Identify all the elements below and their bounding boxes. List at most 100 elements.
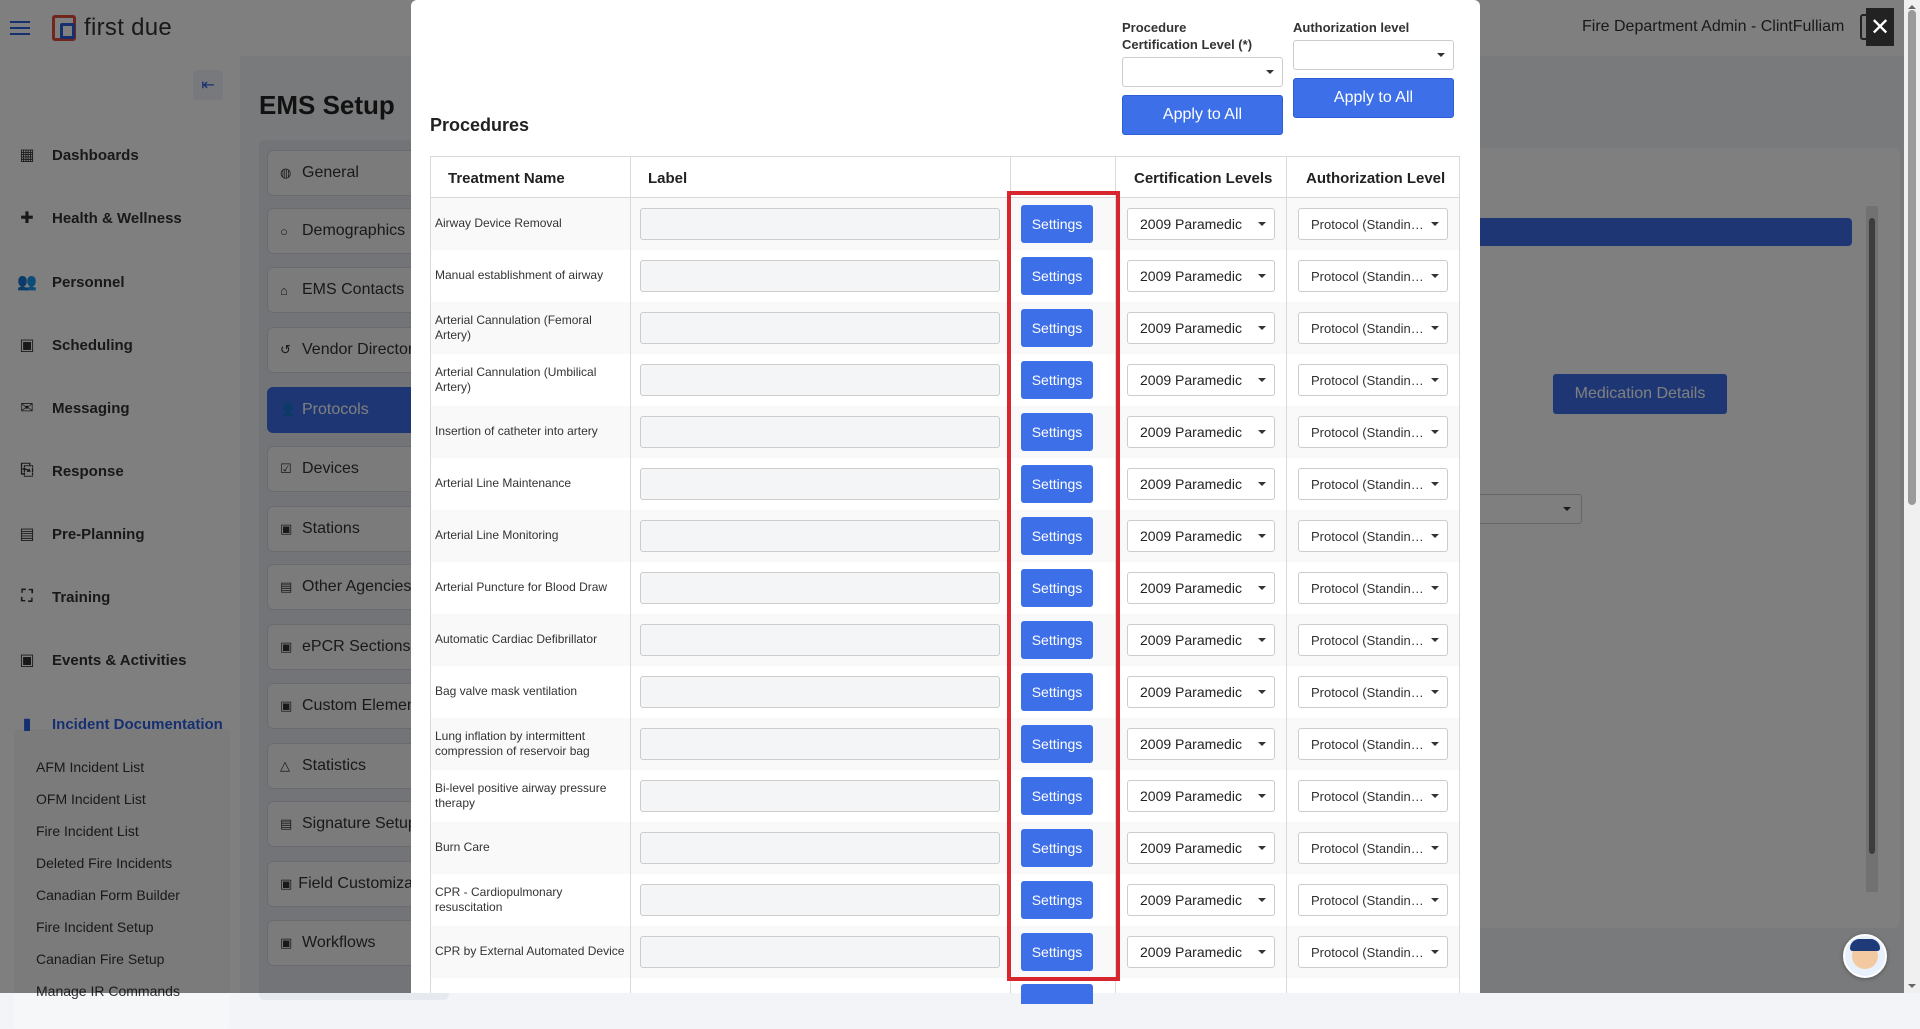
bulk-auth-label: Authorization level: [1293, 20, 1410, 35]
authorization-level-select[interactable]: Protocol (Standing Order): [1298, 312, 1448, 344]
settings-button[interactable]: Settings: [1021, 205, 1093, 243]
column-treatment-name[interactable]: Treatment Name: [448, 170, 565, 187]
close-modal-icon[interactable]: ✕: [1866, 8, 1894, 46]
certification-level-select[interactable]: 2009 Paramedic: [1127, 780, 1275, 812]
label-input[interactable]: [640, 468, 1000, 500]
settings-button[interactable]: Settings: [1021, 361, 1093, 399]
label-input[interactable]: [640, 208, 1000, 240]
apply-cert-to-all-button[interactable]: Apply to All: [1122, 95, 1283, 135]
authorization-level-select[interactable]: Protocol (Standing Order): [1298, 572, 1448, 604]
certification-level-select[interactable]: 2009 Paramedic: [1127, 884, 1275, 916]
column-divider: [1010, 156, 1011, 993]
authorization-level-value: Protocol (Standing Order): [1311, 269, 1429, 284]
settings-button[interactable]: Settings: [1021, 309, 1093, 347]
scroll-down-icon[interactable]: [1908, 984, 1916, 992]
certification-level-select[interactable]: 2009 Paramedic: [1127, 468, 1275, 500]
authorization-level-select[interactable]: Protocol (Standing Order): [1298, 520, 1448, 552]
column-label[interactable]: Label: [648, 170, 687, 187]
authorization-level-select[interactable]: Protocol (Standing Order): [1298, 884, 1448, 916]
authorization-level-select[interactable]: Protocol (Standing Order): [1298, 676, 1448, 708]
column-certification-levels[interactable]: Certification Levels: [1134, 170, 1272, 187]
settings-button[interactable]: Settings: [1021, 933, 1093, 971]
label-input[interactable]: [640, 936, 1000, 968]
column-divider: [1286, 156, 1287, 993]
settings-button-partial[interactable]: [1021, 984, 1093, 1004]
certification-level-select[interactable]: 2009 Paramedic: [1127, 936, 1275, 968]
authorization-level-select[interactable]: Protocol (Standing Order): [1298, 260, 1448, 292]
label-input[interactable]: [640, 572, 1000, 604]
authorization-level-select[interactable]: Protocol (Standing Order): [1298, 364, 1448, 396]
settings-button[interactable]: Settings: [1021, 465, 1093, 503]
bulk-auth-select[interactable]: [1293, 40, 1454, 70]
table-row: Airway Device Removal Settings 2009 Parame…: [430, 198, 1460, 250]
certification-level-select[interactable]: 2009 Paramedic: [1127, 728, 1275, 760]
bulk-cert-select[interactable]: [1122, 57, 1283, 87]
page-scrollbar[interactable]: [1904, 0, 1920, 993]
settings-button[interactable]: Settings: [1021, 829, 1093, 867]
treatment-name: Arterial Cannulation (Femoral Artery): [435, 313, 592, 342]
column-authorization-level[interactable]: Authorization Level: [1306, 170, 1445, 187]
label-input[interactable]: [640, 364, 1000, 396]
table-row: Arterial Cannulation (Femoral Artery) Set…: [430, 302, 1460, 354]
table-row: Bag valve mask ventilation Settings 2009 P…: [430, 666, 1460, 718]
authorization-level-select[interactable]: Protocol (Standing Order): [1298, 832, 1448, 864]
settings-button[interactable]: Settings: [1021, 257, 1093, 295]
table-row: Arterial Puncture for Blood Draw Settings…: [430, 562, 1460, 614]
authorization-level-value: Protocol (Standing Order): [1311, 477, 1429, 492]
treatment-name: Airway Device Removal: [435, 216, 562, 230]
label-input[interactable]: [640, 520, 1000, 552]
authorization-level-value: Protocol (Standing Order): [1311, 581, 1429, 596]
column-divider: [430, 156, 431, 993]
certification-level-select[interactable]: 2009 Paramedic: [1127, 312, 1275, 344]
authorization-level-select[interactable]: Protocol (Standing Order): [1298, 780, 1448, 812]
treatment-name: Bi-level positive airway pressure therap…: [435, 781, 607, 810]
certification-level-select[interactable]: 2009 Paramedic: [1127, 676, 1275, 708]
authorization-level-value: Protocol (Standing Order): [1311, 373, 1429, 388]
settings-button[interactable]: Settings: [1021, 621, 1093, 659]
authorization-level-value: Protocol (Standing Order): [1311, 841, 1429, 856]
certification-level-select[interactable]: 2009 Paramedic: [1127, 364, 1275, 396]
chat-assistant-button[interactable]: [1843, 934, 1887, 978]
table-row: Burn Care Settings 2009 Paramedic Protocol …: [430, 822, 1460, 874]
authorization-level-value: Protocol (Standing Order): [1311, 529, 1429, 544]
authorization-level-value: Protocol (Standing Order): [1311, 633, 1429, 648]
certification-level-select[interactable]: 2009 Paramedic: [1127, 624, 1275, 656]
authorization-level-select[interactable]: Protocol (Standing Order): [1298, 416, 1448, 448]
label-input[interactable]: [640, 260, 1000, 292]
treatment-name: Automatic Cardiac Defibrillator: [435, 632, 598, 646]
assistant-avatar-icon: [1850, 939, 1880, 969]
label-input[interactable]: [640, 676, 1000, 708]
settings-button[interactable]: Settings: [1021, 569, 1093, 607]
authorization-level-select[interactable]: Protocol (Standing Order): [1298, 468, 1448, 500]
label-input[interactable]: [640, 624, 1000, 656]
certification-level-select[interactable]: 2009 Paramedic: [1127, 520, 1275, 552]
certification-level-select[interactable]: 2009 Paramedic: [1127, 260, 1275, 292]
authorization-level-select[interactable]: Protocol (Standing Order): [1298, 936, 1448, 968]
settings-button[interactable]: Settings: [1021, 673, 1093, 711]
certification-level-select[interactable]: 2009 Paramedic: [1127, 572, 1275, 604]
settings-button[interactable]: Settings: [1021, 881, 1093, 919]
authorization-level-select[interactable]: Protocol (Standing Order): [1298, 208, 1448, 240]
label-input[interactable]: [640, 832, 1000, 864]
label-input[interactable]: [640, 780, 1000, 812]
certification-level-select[interactable]: 2009 Paramedic: [1127, 832, 1275, 864]
certification-level-select[interactable]: 2009 Paramedic: [1127, 416, 1275, 448]
settings-button[interactable]: Settings: [1021, 725, 1093, 763]
authorization-level-value: Protocol (Standing Order): [1311, 321, 1429, 336]
authorization-level-value: Protocol (Standing Order): [1311, 425, 1429, 440]
label-input[interactable]: [640, 312, 1000, 344]
label-input[interactable]: [640, 728, 1000, 760]
authorization-level-select[interactable]: Protocol (Standing Order): [1298, 728, 1448, 760]
scroll-up-icon[interactable]: [1908, 1, 1916, 9]
apply-auth-to-all-button[interactable]: Apply to All: [1293, 78, 1454, 118]
settings-button[interactable]: Settings: [1021, 413, 1093, 451]
treatment-name: Lung inflation by intermittent compressi…: [435, 729, 590, 758]
certification-level-select[interactable]: 2009 Paramedic: [1127, 208, 1275, 240]
settings-button[interactable]: Settings: [1021, 777, 1093, 815]
treatment-name: CPR - Cardiopulmonary resuscitation: [435, 885, 563, 914]
table-row: Arterial Line Monitoring Settings 2009 Par…: [430, 510, 1460, 562]
label-input[interactable]: [640, 416, 1000, 448]
authorization-level-select[interactable]: Protocol (Standing Order): [1298, 624, 1448, 656]
settings-button[interactable]: Settings: [1021, 517, 1093, 555]
label-input[interactable]: [640, 884, 1000, 916]
